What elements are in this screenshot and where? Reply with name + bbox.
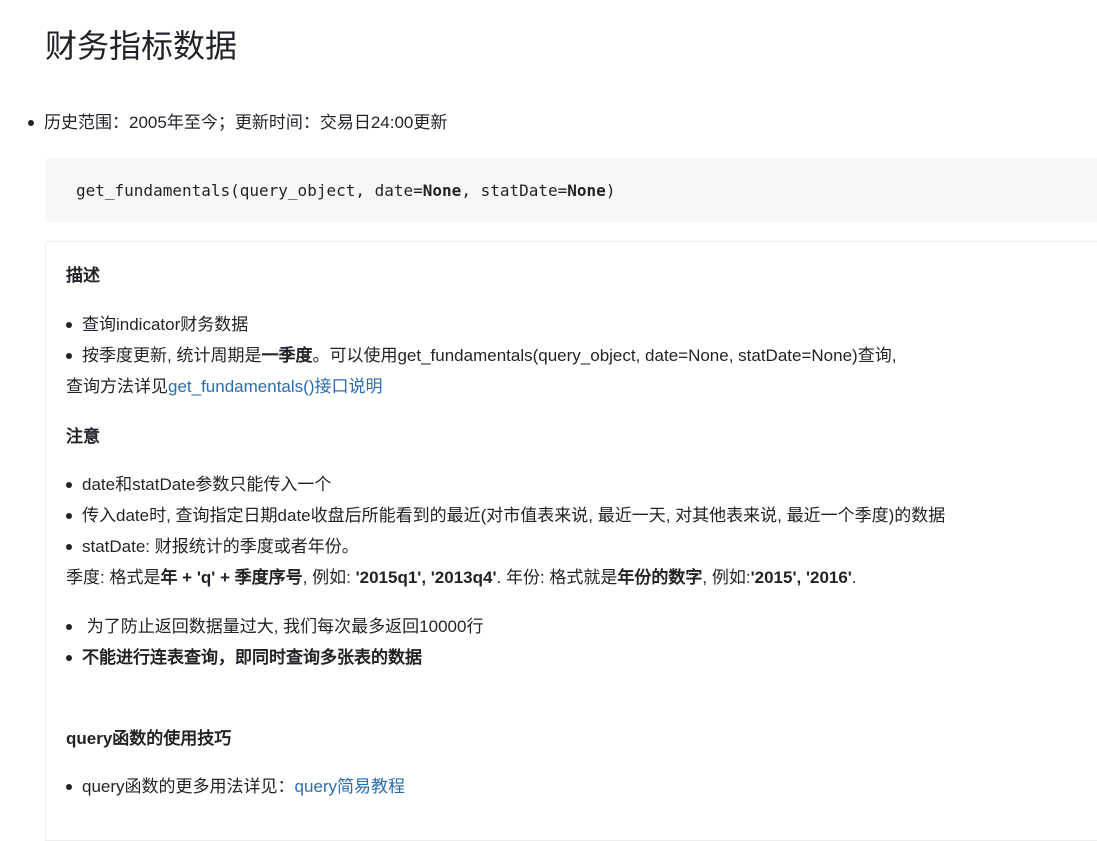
notice-item-text: 为了防止返回数据量过大, 我们每次最多返回10000行 (82, 617, 484, 636)
query-tips-text: query函数的更多用法详见： (82, 777, 295, 796)
season-text: , 例如: (302, 568, 356, 587)
notice-item: statDate: 财报统计的季度或者年份。 (66, 535, 359, 559)
bullet-dot (66, 544, 72, 550)
bullet-dot (66, 513, 72, 519)
description-item-text-pre: 按季度更新, 统计周期是 (82, 346, 262, 365)
notice-heading: 注意 (66, 427, 100, 446)
bullet-dot (66, 482, 72, 488)
description-detail: 查询方法详见get_fundamentals()接口说明 (66, 375, 382, 399)
code-keyword-none: None (567, 180, 606, 200)
bullet-dot (28, 120, 34, 126)
query-tutorial-link[interactable]: query简易教程 (295, 775, 406, 799)
history-item: 历史范围：2005年至今；更新时间：交易日24:00更新 (28, 110, 447, 136)
season-bold: '2015q1', '2013q4' (355, 568, 497, 587)
description-item-bold: 一季度 (261, 346, 313, 365)
code-middle: , statDate= (461, 180, 568, 200)
season-format-line: 季度: 格式是年 + 'q' + 季度序号, 例如: '2015q1', '20… (66, 566, 857, 590)
code-prefix: get_fundamentals(query_object, date= (76, 180, 423, 200)
bullet-dot (66, 784, 72, 790)
notice-item-text: date和statDate参数只能传入一个 (82, 475, 332, 494)
description-item: 查询indicator财务数据 (66, 313, 248, 337)
query-tips-item: query函数的更多用法详见： query简易教程 (66, 775, 405, 799)
bullet-dot (66, 655, 72, 661)
notice-item-text: 传入date时, 查询指定日期date收盘后所能看到的最近(对市值表来说, 最近… (82, 506, 946, 525)
code-keyword-none: None (422, 180, 462, 200)
description-item-text-post: 。可以使用get_fundamentals(query_object, date… (312, 346, 897, 365)
detail-label: 查询方法详见 (66, 377, 168, 396)
notice-item-text-bold: 不能进行连表查询，即同时查询多张表的数据 (82, 648, 422, 667)
season-bold: '2015', '2016' (750, 568, 852, 587)
season-text: . (851, 568, 857, 587)
bullet-dot (66, 624, 72, 630)
season-text: 季度: 格式是 (66, 568, 161, 587)
notice-item-text: statDate: 财报统计的季度或者年份。 (82, 537, 359, 556)
code-block: get_fundamentals(query_object, date= None… (45, 158, 1097, 222)
notice-item: 传入date时, 查询指定日期date收盘后所能看到的最近(对市值表来说, 最近… (66, 504, 945, 528)
season-text: . 年份: 格式就是 (496, 568, 618, 587)
notice-item: 为了防止返回数据量过大, 我们每次最多返回10000行 (66, 615, 483, 639)
season-bold: 年份的数字 (617, 568, 703, 587)
notice-item: date和statDate参数只能传入一个 (66, 473, 331, 497)
page-title: 财务指标数据 (45, 27, 238, 65)
notice-item: 不能进行连表查询，即同时查询多张表的数据 (66, 646, 422, 670)
history-text: 历史范围：2005年至今；更新时间：交易日24:00更新 (44, 113, 448, 132)
code-suffix: ) (605, 180, 616, 200)
query-tips-heading: query函数的使用技巧 (66, 729, 232, 748)
api-doc-link[interactable]: get_fundamentals()接口说明 (168, 377, 382, 396)
description-item: 按季度更新, 统计周期是 一季度 。可以使用get_fundamentals(que… (66, 344, 896, 368)
description-item-text: 查询indicator财务数据 (82, 315, 249, 334)
season-bold: 年 + 'q' + 季度序号 (160, 568, 303, 587)
description-heading: 描述 (66, 266, 100, 285)
season-text: , 例如: (702, 568, 751, 587)
bullet-dot (66, 322, 72, 328)
bullet-dot (66, 353, 72, 359)
